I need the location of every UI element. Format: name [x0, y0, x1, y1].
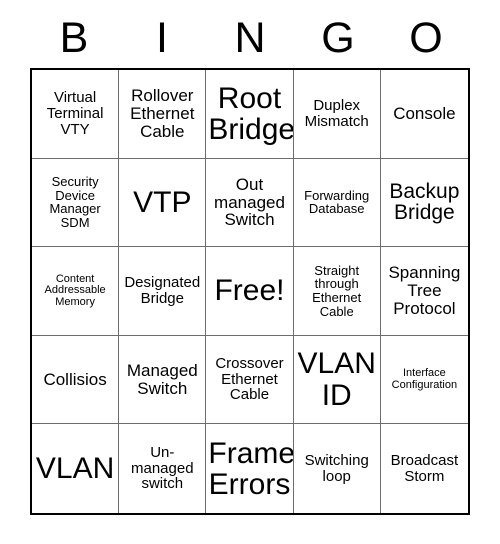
bingo-cell-label: VTP: [133, 185, 192, 219]
bingo-cell-label: Free!: [214, 274, 285, 308]
bingo-cell-o5[interactable]: Broadcast Storm: [381, 424, 468, 513]
bingo-cell-i4[interactable]: Managed Switch: [119, 335, 207, 425]
bingo-cell-label: Console: [393, 103, 456, 123]
bingo-cell-label: Duplex Mismatch: [304, 97, 369, 130]
bingo-cell-label: Content Addressable Memory: [44, 272, 106, 308]
bingo-cell-b5[interactable]: VLAN: [32, 424, 120, 513]
bingo-cell-free[interactable]: Free!: [206, 247, 294, 336]
bingo-grid: Virtual Terminal VTY Rollover Ethernet C…: [30, 68, 470, 515]
bingo-cell-label: Collisios: [43, 369, 107, 389]
bingo-cell-label: VLAN ID: [297, 347, 376, 412]
bingo-cell-o1[interactable]: Console: [380, 70, 468, 159]
header-letter-b: B: [59, 13, 89, 62]
bingo-cell-label: Virtual Terminal VTY: [46, 89, 104, 138]
bingo-cell-o4[interactable]: Interface Configuration: [380, 336, 468, 425]
bingo-cell-i5[interactable]: Un-managed switch: [119, 424, 207, 513]
bingo-cell-label: Interface Configuration: [391, 367, 458, 391]
bingo-cell-label: Rollover Ethernet Cable: [130, 86, 195, 141]
bingo-cell-g4[interactable]: VLAN ID: [293, 335, 381, 425]
bingo-cell-o3[interactable]: Spanning Tree Protocol: [380, 247, 468, 336]
bingo-cell-b4[interactable]: Collisios: [32, 335, 120, 425]
bingo-cell-i2[interactable]: VTP: [119, 158, 207, 248]
bingo-cell-n2[interactable]: Out managed Switch: [206, 158, 294, 248]
bingo-cell-label: Crossover Ethernet Cable: [215, 355, 284, 404]
bingo-cell-label: Backup Bridge: [389, 179, 460, 225]
header-letter-i: I: [156, 13, 168, 62]
bingo-cell-label: Spanning Tree Protocol: [388, 263, 461, 318]
bingo-cell-b3[interactable]: Content Addressable Memory: [32, 247, 120, 336]
bingo-cell-g5[interactable]: Switching loop: [294, 424, 381, 513]
header-letter-n: N: [234, 13, 266, 62]
bingo-cell-label: VLAN: [35, 452, 115, 486]
bingo-cell-label: Out managed Switch: [214, 174, 285, 230]
bingo-cell-n4[interactable]: Crossover Ethernet Cable: [206, 335, 294, 425]
bingo-cell-n5[interactable]: Frame Errors: [206, 424, 294, 513]
bingo-cell-label: Frame Errors: [208, 436, 294, 501]
bingo-cell-label: Forwarding Database: [304, 187, 370, 217]
bingo-cell-b2[interactable]: Security Device Manager SDM: [32, 158, 120, 248]
bingo-cell-g1[interactable]: Duplex Mismatch: [293, 70, 381, 159]
bingo-cell-n1[interactable]: Root Bridge: [206, 70, 294, 159]
bingo-cell-i1[interactable]: Rollover Ethernet Cable: [119, 70, 207, 159]
header-letter-o: O: [409, 13, 443, 62]
bingo-header: B I N G O: [30, 10, 470, 66]
bingo-cell-label: Designated Bridge: [124, 274, 201, 307]
bingo-cell-label: Broadcast Storm: [390, 452, 459, 485]
bingo-cell-label: Managed Switch: [126, 360, 198, 398]
bingo-cell-label: Switching loop: [304, 452, 369, 485]
bingo-cell-g2[interactable]: Forwarding Database: [293, 158, 381, 248]
bingo-cell-label: Un-managed switch: [131, 444, 194, 493]
bingo-cell-label: Straight through Ethernet Cable: [312, 262, 362, 319]
bingo-cell-label: Security Device Manager SDM: [49, 174, 101, 230]
bingo-cell-b1[interactable]: Virtual Terminal VTY: [32, 70, 120, 159]
bingo-cell-i3[interactable]: Designated Bridge: [119, 247, 207, 336]
bingo-card: B I N G O Virtual Terminal VTY Rollover …: [0, 0, 500, 544]
bingo-cell-o2[interactable]: Backup Bridge: [380, 159, 468, 248]
bingo-cell-label: Root Bridge: [208, 81, 294, 146]
bingo-cell-g3[interactable]: Straight through Ethernet Cable: [293, 247, 381, 336]
header-letter-g: G: [321, 13, 355, 62]
